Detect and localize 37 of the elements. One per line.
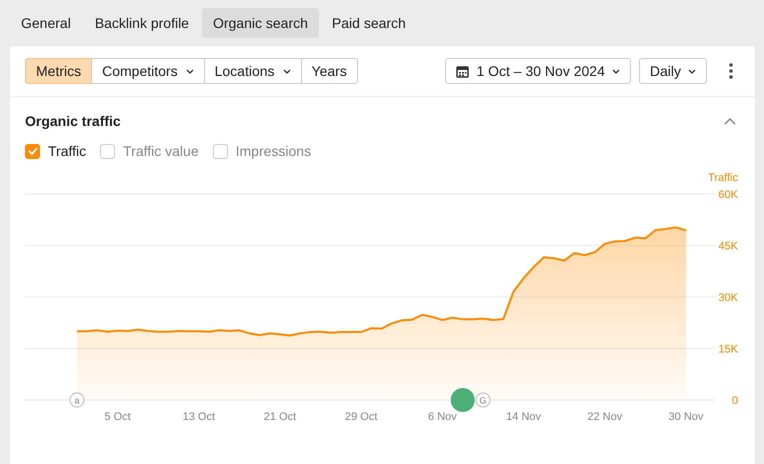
tab[interactable]: Backlink profile <box>84 8 200 38</box>
calendar-icon <box>456 64 470 78</box>
caret-icon <box>688 68 696 74</box>
x-tick-label: 6 Nov <box>428 411 457 423</box>
marker-badge[interactable]: G <box>476 392 490 408</box>
more-icon[interactable] <box>729 63 733 79</box>
checkbox[interactable]: Traffic value <box>100 143 199 159</box>
dropdown-button[interactable]: Competitors <box>91 58 205 84</box>
marker-badge[interactable]: a <box>70 392 84 408</box>
granularity-dropdown[interactable]: Daily <box>638 58 707 84</box>
series-label: Traffic <box>708 172 738 184</box>
x-tick-label: 14 Nov <box>506 411 542 423</box>
checkmark-icon <box>28 147 38 155</box>
y-tick-label: 30K <box>718 292 738 304</box>
checkbox[interactable]: Impressions <box>212 143 312 159</box>
caret-icon <box>612 68 620 74</box>
tab[interactable]: Paid search <box>320 8 417 38</box>
x-tick-label: 5 Oct <box>104 411 131 423</box>
x-tick-label: 29 Oct <box>345 411 378 423</box>
segment-button[interactable]: Metrics <box>25 58 92 84</box>
dropdown-button[interactable]: Locations <box>204 58 302 84</box>
x-tick-label: 22 Nov <box>587 411 622 423</box>
y-tick-label: 15K <box>718 344 738 356</box>
y-tick-label: 60K <box>718 189 738 201</box>
segment-button[interactable]: Years <box>300 58 358 84</box>
y-tick-label: 45K <box>718 240 738 252</box>
y-tick-label: 0 <box>732 395 738 407</box>
tab[interactable]: Organic search <box>202 8 319 38</box>
x-tick-label: 13 Oct <box>182 411 215 423</box>
event-dot[interactable] <box>450 388 475 412</box>
tab[interactable]: General <box>10 8 82 38</box>
collapse-icon[interactable] <box>724 118 736 124</box>
date-range-button[interactable]: 1 Oct – 30 Nov 2024 <box>445 58 631 84</box>
x-tick-label: 21 Oct <box>264 411 296 423</box>
x-tick-label: 30 Nov <box>668 411 704 423</box>
checkbox[interactable]: Traffic <box>25 143 86 159</box>
section-title: Organic traffic <box>25 113 121 129</box>
